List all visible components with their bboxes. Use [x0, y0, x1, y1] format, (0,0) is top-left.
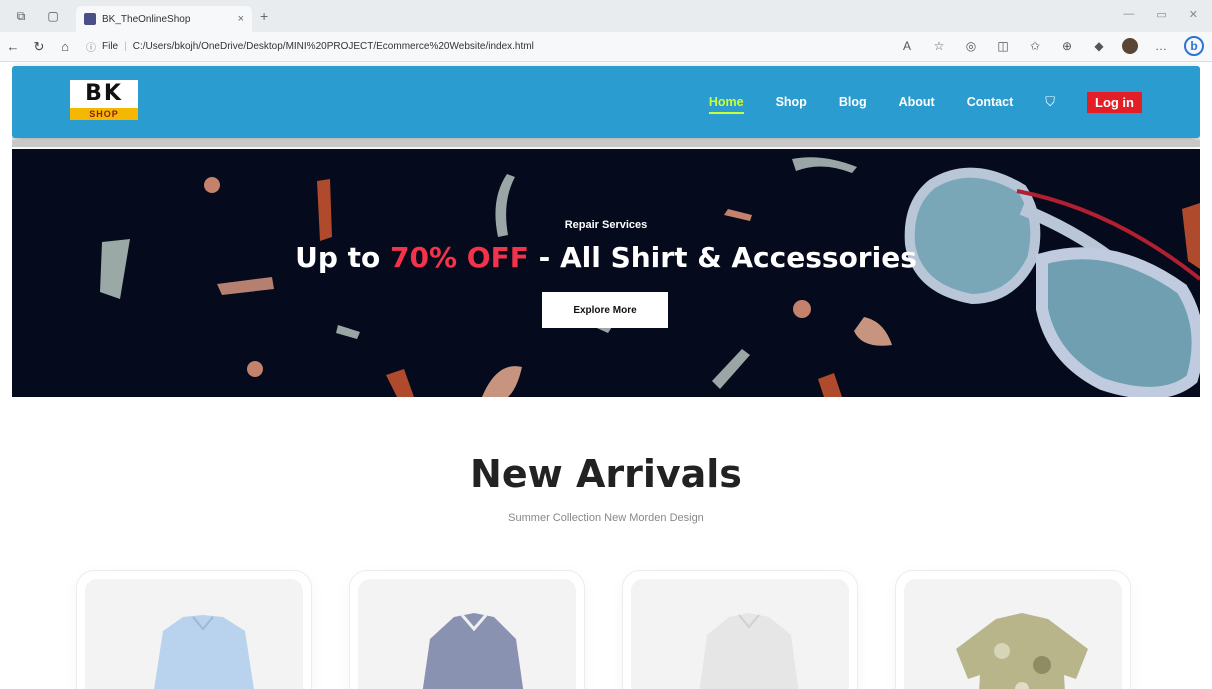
info-icon[interactable]: ⓘ [86, 39, 96, 54]
profile-avatar[interactable] [1122, 38, 1138, 54]
collections-icon[interactable]: ⊕ [1058, 37, 1076, 55]
workspaces-icon[interactable]: ⧉ [10, 5, 32, 27]
refresh-icon[interactable]: ↻ [26, 39, 52, 55]
main-nav: Home Shop Blog About Contact ⛉ Log in [708, 66, 1142, 138]
tab-title: BK_TheOnlineShop [102, 13, 191, 25]
address-bar-row: ← ↻ ⌂ ⓘ File | C:/Users/bkojh/OneDrive/D… [0, 32, 1212, 62]
tab-actions-icon[interactable]: ▢ [42, 5, 64, 27]
shirt-icon [154, 615, 254, 689]
product-image-floral-shirt[interactable] [904, 579, 1122, 689]
product-card[interactable] [76, 570, 312, 689]
back-icon[interactable]: ← [0, 39, 26, 54]
bing-copilot-icon[interactable]: b [1184, 36, 1204, 56]
site-header: BK SHOP Home Shop Blog About Contact ⛉ L… [12, 66, 1200, 138]
favorite-star-icon[interactable]: ☆ [930, 37, 948, 55]
headline-highlight: 70% OFF [390, 241, 529, 274]
hero-subtitle: Repair Services [564, 219, 648, 231]
url-text: C:/Users/bkojh/OneDrive/Desktop/MINI%20P… [132, 41, 534, 52]
shirt-icon [699, 613, 799, 689]
logo-text-shop: SHOP [70, 108, 138, 120]
nav-shop[interactable]: Shop [776, 95, 807, 109]
url-prefix: File [102, 41, 119, 52]
hero-banner: Repair Services Up to 70% OFF - All Shir… [12, 149, 1200, 397]
extension-icon[interactable]: ◎ [962, 37, 980, 55]
header-divider [12, 140, 1200, 147]
cart-icon[interactable]: ⛉ [1045, 94, 1055, 110]
close-window-icon[interactable]: ✕ [1189, 8, 1198, 21]
logo-text-bk: BK [70, 80, 138, 108]
hero-headline: Up to 70% OFF - All Shirt & Accessories [12, 241, 1200, 274]
nav-contact[interactable]: Contact [967, 95, 1014, 109]
nav-about[interactable]: About [899, 95, 935, 109]
url-separator: | [124, 41, 127, 52]
section-title: New Arrivals [470, 452, 742, 496]
browser-tab[interactable]: BK_TheOnlineShop × [76, 6, 252, 32]
product-grid [12, 570, 1200, 689]
product-image-light-blue-shirt[interactable] [85, 579, 303, 689]
product-card[interactable] [349, 570, 585, 689]
login-button[interactable]: Log in [1087, 91, 1142, 113]
shirt-icon [422, 613, 524, 689]
nav-home[interactable]: Home [708, 95, 744, 114]
url-field[interactable]: ⓘ File | C:/Users/bkojh/OneDrive/Desktop… [86, 36, 816, 58]
minimize-icon[interactable]: — [1123, 8, 1134, 21]
more-menu-icon[interactable]: … [1152, 37, 1170, 55]
window-controls: — ▭ ✕ [1123, 8, 1198, 21]
home-icon[interactable]: ⌂ [52, 39, 78, 54]
shirt-icon [956, 613, 1088, 689]
product-card[interactable] [895, 570, 1131, 689]
browser-tabstrip: ⧉ ▢ BK_TheOnlineShop × + — ▭ ✕ [0, 0, 1212, 32]
site-favicon-icon [84, 13, 96, 25]
nav-blog[interactable]: Blog [839, 95, 867, 109]
section-subtitle: Summer Collection New Morden Design [508, 512, 704, 524]
split-screen-icon[interactable]: ◫ [994, 37, 1012, 55]
maximize-icon[interactable]: ▭ [1156, 8, 1166, 21]
product-image-striped-shirt[interactable] [358, 579, 576, 689]
product-image-white-shirt[interactable] [631, 579, 849, 689]
shopping-icon[interactable]: ◆ [1090, 37, 1108, 55]
headline-prefix: Up to [295, 241, 391, 274]
toolbar-icons: A ☆ ◎ ◫ ✩ ⊕ ◆ … b [898, 36, 1204, 56]
product-card[interactable] [622, 570, 858, 689]
close-tab-icon[interactable]: × [238, 13, 244, 25]
web-page: BK SHOP Home Shop Blog About Contact ⛉ L… [12, 62, 1200, 689]
sunglasses-image [904, 167, 1200, 397]
read-aloud-icon[interactable]: A [898, 37, 916, 55]
favorites-icon[interactable]: ✩ [1026, 37, 1044, 55]
new-tab-icon[interactable]: + [260, 8, 268, 24]
site-logo[interactable]: BK SHOP [70, 80, 138, 122]
headline-suffix: - All Shirt & Accessories [528, 241, 917, 274]
explore-more-button[interactable]: Explore More [542, 292, 668, 328]
